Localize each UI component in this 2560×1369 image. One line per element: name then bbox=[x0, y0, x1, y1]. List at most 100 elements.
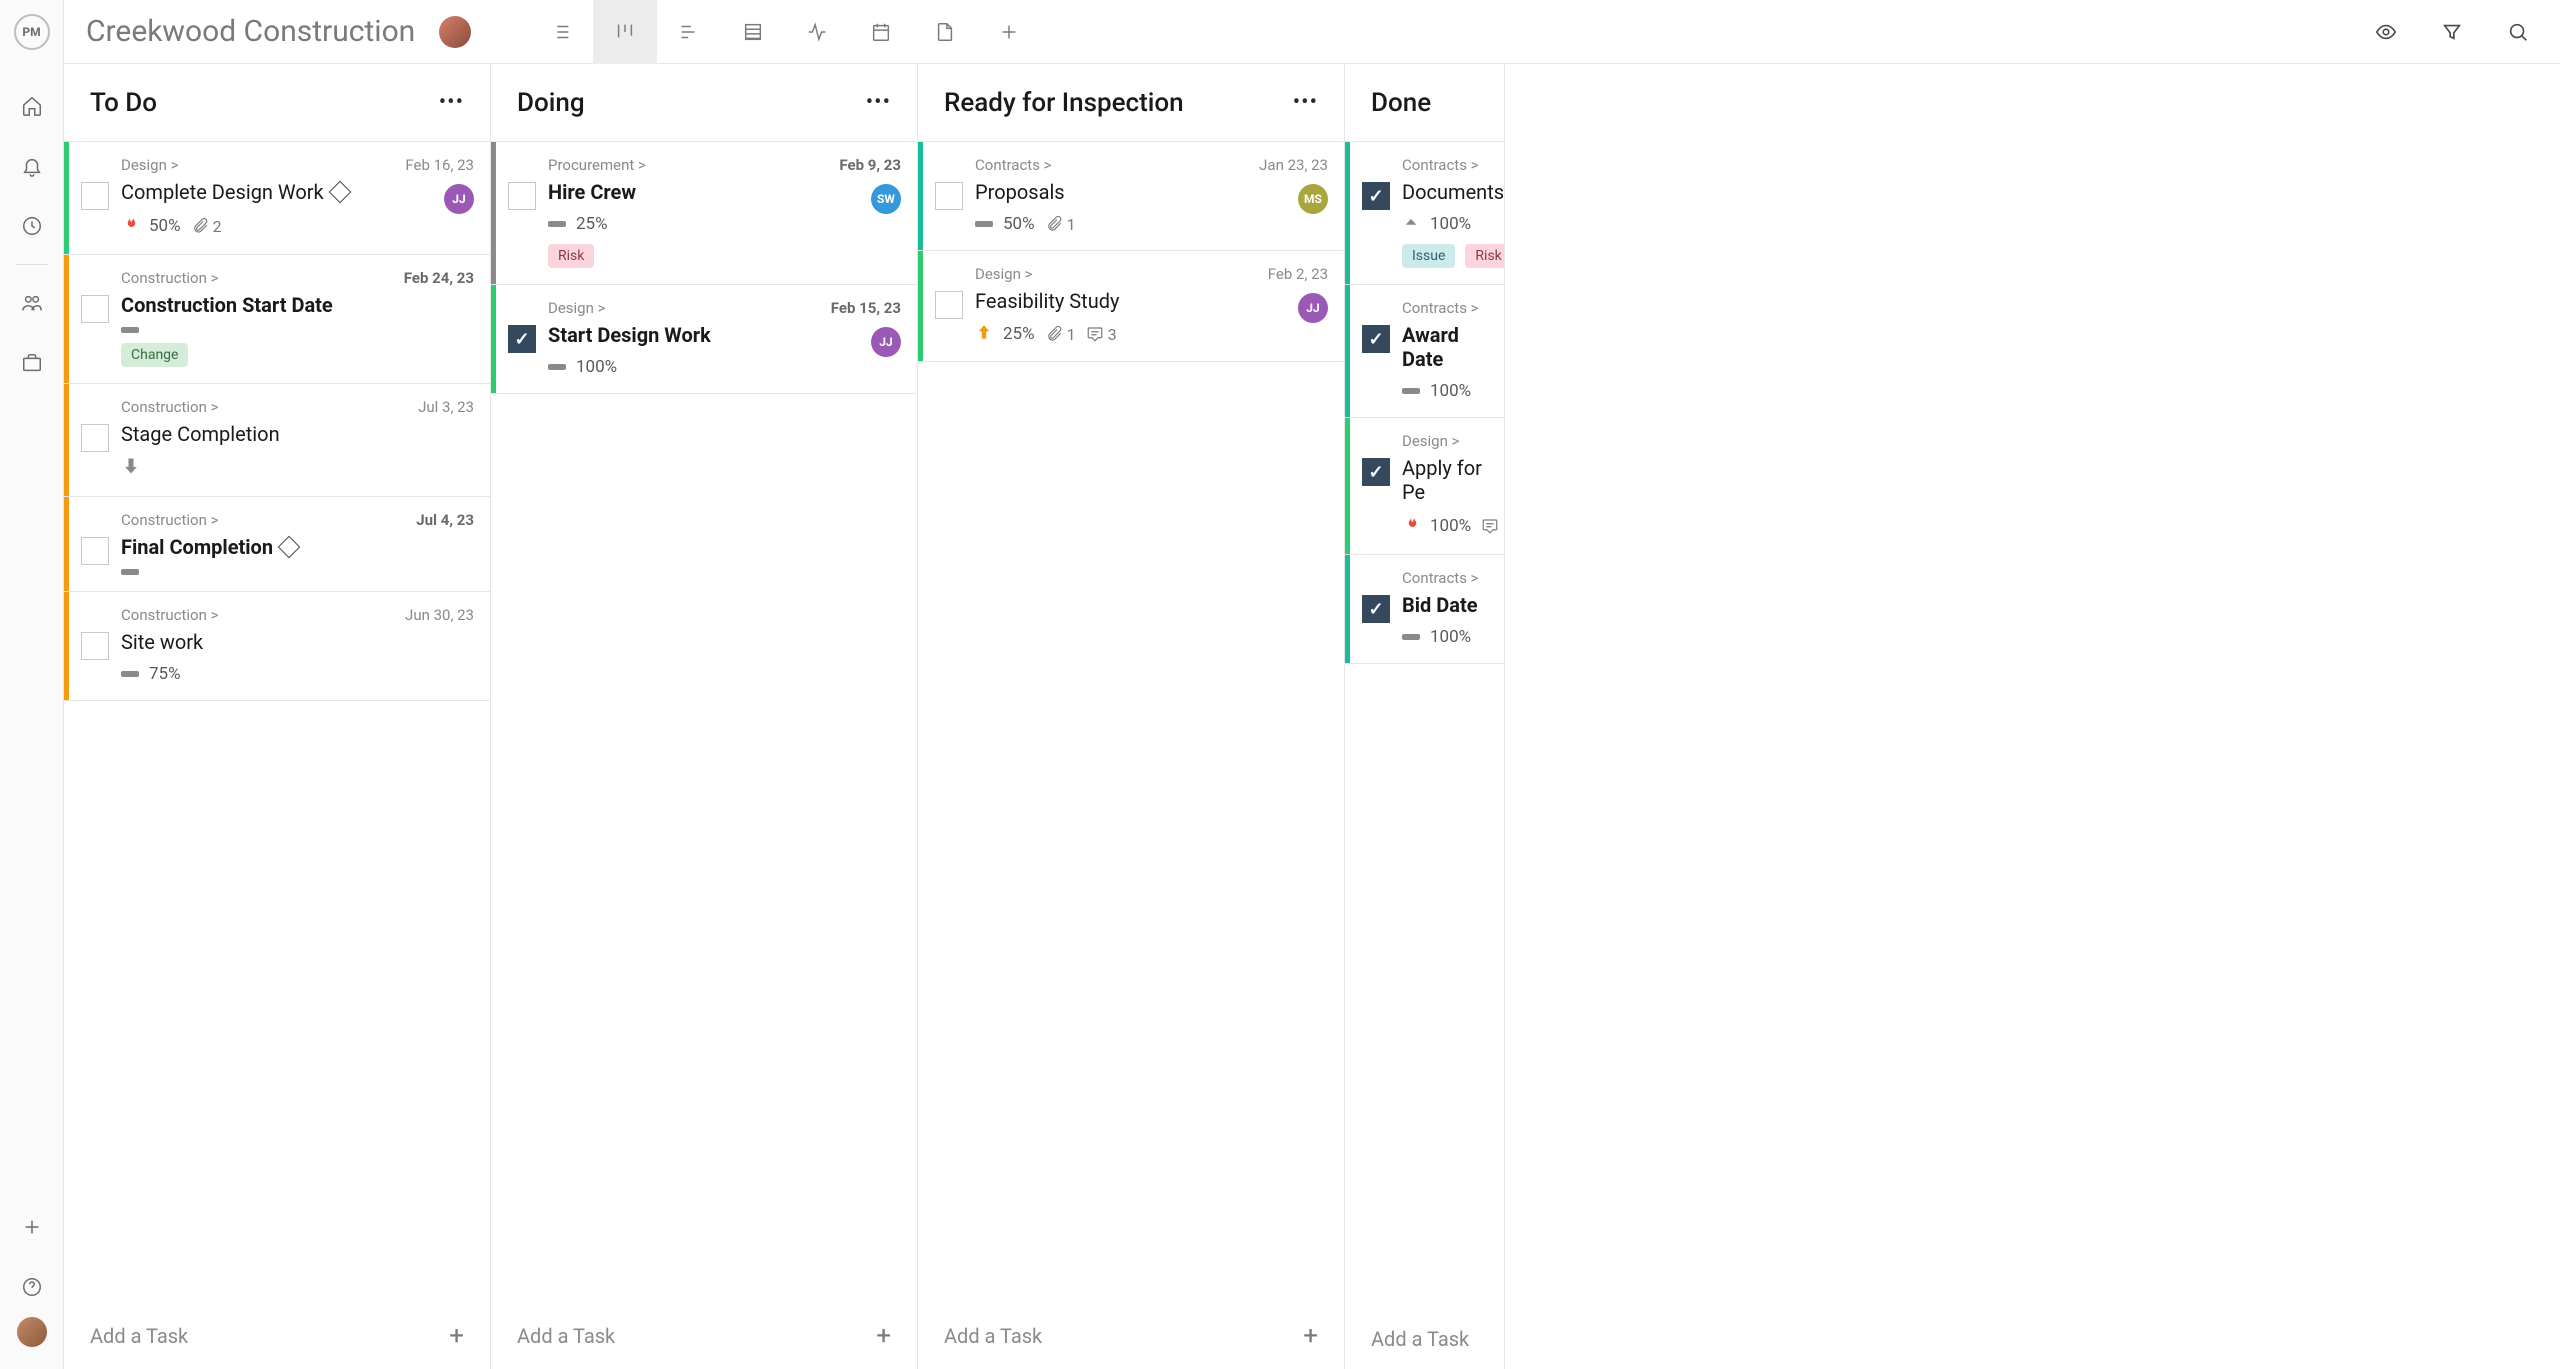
column-menu-icon[interactable]: ••• bbox=[439, 90, 464, 115]
task-card[interactable]: Design >Start Design Work100%Feb 15, 23J… bbox=[491, 285, 917, 394]
files-view-tab[interactable] bbox=[913, 0, 977, 64]
filter-icon[interactable] bbox=[2432, 12, 2472, 52]
app-logo[interactable]: PM bbox=[14, 14, 50, 50]
task-checkbox[interactable] bbox=[81, 424, 109, 452]
task-date: Jan 23, 23 bbox=[1259, 156, 1328, 174]
task-card[interactable]: Construction >Construction Start DateCha… bbox=[64, 255, 490, 384]
task-checkbox[interactable] bbox=[1362, 325, 1390, 353]
team-icon[interactable] bbox=[20, 291, 44, 315]
portfolio-icon[interactable] bbox=[20, 351, 44, 375]
task-title: Construction Start Date bbox=[121, 293, 392, 317]
progress-percent: 50% bbox=[149, 216, 181, 236]
task-breadcrumb[interactable]: Construction > bbox=[121, 269, 392, 287]
board-view-tab[interactable] bbox=[593, 0, 657, 64]
task-breadcrumb[interactable]: Contracts > bbox=[975, 156, 1246, 174]
priority-bar-icon bbox=[1402, 634, 1420, 640]
project-owner-avatar[interactable] bbox=[439, 16, 471, 48]
sheet-view-tab[interactable] bbox=[721, 0, 785, 64]
dashboard-view-tab[interactable] bbox=[785, 0, 849, 64]
priority-up-icon bbox=[1402, 215, 1420, 234]
task-date: Feb 24, 23 bbox=[404, 269, 474, 287]
task-title: Proposals bbox=[975, 180, 1246, 204]
task-checkbox[interactable] bbox=[81, 182, 109, 210]
add-task-button[interactable]: Add a Task+ bbox=[64, 1303, 490, 1369]
gantt-view-tab[interactable] bbox=[657, 0, 721, 64]
progress-percent: 100% bbox=[1430, 516, 1471, 536]
card-color-bar bbox=[64, 384, 69, 496]
task-checkbox[interactable] bbox=[508, 325, 536, 353]
task-checkbox[interactable] bbox=[935, 182, 963, 210]
task-breadcrumb[interactable]: Design > bbox=[975, 265, 1246, 283]
task-card[interactable]: Design >Apply for Pe100% bbox=[1345, 418, 1504, 555]
add-task-button[interactable]: Add a Task bbox=[1345, 1309, 1504, 1369]
add-task-button[interactable]: Add a Task+ bbox=[491, 1303, 917, 1369]
task-checkbox[interactable] bbox=[508, 182, 536, 210]
assignee-avatar[interactable]: JJ bbox=[1298, 293, 1328, 323]
task-breadcrumb[interactable]: Contracts > bbox=[1402, 299, 1488, 317]
task-date: Jul 3, 23 bbox=[418, 398, 474, 416]
task-title: Stage Completion bbox=[121, 422, 392, 446]
task-checkbox[interactable] bbox=[1362, 182, 1390, 210]
task-checkbox[interactable] bbox=[81, 295, 109, 323]
add-plus-icon: + bbox=[1303, 1321, 1318, 1351]
task-card[interactable]: Design >Complete Design Work 50%2Feb 16,… bbox=[64, 142, 490, 255]
add-task-button[interactable]: Add a Task+ bbox=[918, 1303, 1344, 1369]
task-breadcrumb[interactable]: Construction > bbox=[121, 606, 392, 624]
task-card[interactable]: Construction >Final Completion Jul 4, 23 bbox=[64, 497, 490, 592]
task-title: Site work bbox=[121, 630, 392, 654]
priority-bar-icon bbox=[975, 221, 993, 227]
search-icon[interactable] bbox=[2498, 12, 2538, 52]
task-date: Feb 2, 23 bbox=[1268, 265, 1328, 283]
task-card[interactable]: Design >Feasibility Study25%13Feb 2, 23J… bbox=[918, 251, 1344, 362]
list-view-tab[interactable] bbox=[529, 0, 593, 64]
progress-percent: 25% bbox=[1003, 324, 1035, 344]
board-column: Doing•••Procurement >Hire Crew25%RiskFeb… bbox=[491, 64, 918, 1369]
task-card[interactable]: Contracts >Bid Date100% bbox=[1345, 555, 1504, 664]
column-menu-icon[interactable]: ••• bbox=[1293, 90, 1318, 115]
help-icon[interactable] bbox=[20, 1275, 44, 1299]
add-task-label: Add a Task bbox=[1371, 1327, 1469, 1351]
task-card[interactable]: Procurement >Hire Crew25%RiskFeb 9, 23SW bbox=[491, 142, 917, 285]
attachment-count: 1 bbox=[1045, 325, 1076, 344]
priority-flame-icon bbox=[121, 214, 139, 238]
add-icon[interactable] bbox=[20, 1215, 44, 1239]
task-card[interactable]: Contracts >Documents100%IssueRisk bbox=[1345, 142, 1504, 285]
home-icon[interactable] bbox=[20, 94, 44, 118]
assignee-avatar[interactable]: JJ bbox=[444, 184, 474, 214]
milestone-icon bbox=[278, 536, 301, 559]
task-breadcrumb[interactable]: Construction > bbox=[121, 511, 392, 529]
task-breadcrumb[interactable]: Contracts > bbox=[1402, 569, 1488, 587]
task-checkbox[interactable] bbox=[1362, 595, 1390, 623]
task-breadcrumb[interactable]: Design > bbox=[121, 156, 392, 174]
task-breadcrumb[interactable]: Construction > bbox=[121, 398, 392, 416]
recent-icon[interactable] bbox=[20, 214, 44, 238]
task-breadcrumb[interactable]: Procurement > bbox=[548, 156, 819, 174]
card-color-bar bbox=[1345, 555, 1350, 663]
user-avatar[interactable] bbox=[17, 1317, 47, 1347]
column-menu-icon[interactable]: ••• bbox=[866, 90, 891, 115]
progress-percent: 100% bbox=[1430, 214, 1471, 234]
card-color-bar bbox=[491, 142, 496, 284]
task-breadcrumb[interactable]: Contracts > bbox=[1402, 156, 1488, 174]
notifications-icon[interactable] bbox=[20, 154, 44, 178]
task-checkbox[interactable] bbox=[935, 291, 963, 319]
task-date: Jul 4, 23 bbox=[416, 511, 474, 529]
calendar-view-tab[interactable] bbox=[849, 0, 913, 64]
task-checkbox[interactable] bbox=[81, 537, 109, 565]
assignee-avatar[interactable]: JJ bbox=[871, 327, 901, 357]
task-breadcrumb[interactable]: Design > bbox=[548, 299, 819, 317]
task-checkbox[interactable] bbox=[81, 632, 109, 660]
card-color-bar bbox=[1345, 142, 1350, 284]
task-card[interactable]: Construction > Stage Completion Jul 3, 23 bbox=[64, 384, 490, 497]
assignee-avatar[interactable]: SW bbox=[871, 184, 901, 214]
project-title: Creekwood Construction bbox=[86, 14, 415, 49]
task-card[interactable]: Contracts >Proposals50%1Jan 23, 23MS bbox=[918, 142, 1344, 251]
assignee-avatar[interactable]: MS bbox=[1298, 184, 1328, 214]
column-title: Done bbox=[1371, 88, 1431, 118]
task-card[interactable]: Contracts >Award Date100% bbox=[1345, 285, 1504, 418]
visibility-icon[interactable] bbox=[2366, 12, 2406, 52]
task-breadcrumb[interactable]: Design > bbox=[1402, 432, 1488, 450]
task-checkbox[interactable] bbox=[1362, 458, 1390, 486]
add-view-tab[interactable] bbox=[977, 0, 1041, 64]
task-card[interactable]: Construction >Site work75%Jun 30, 23 bbox=[64, 592, 490, 701]
